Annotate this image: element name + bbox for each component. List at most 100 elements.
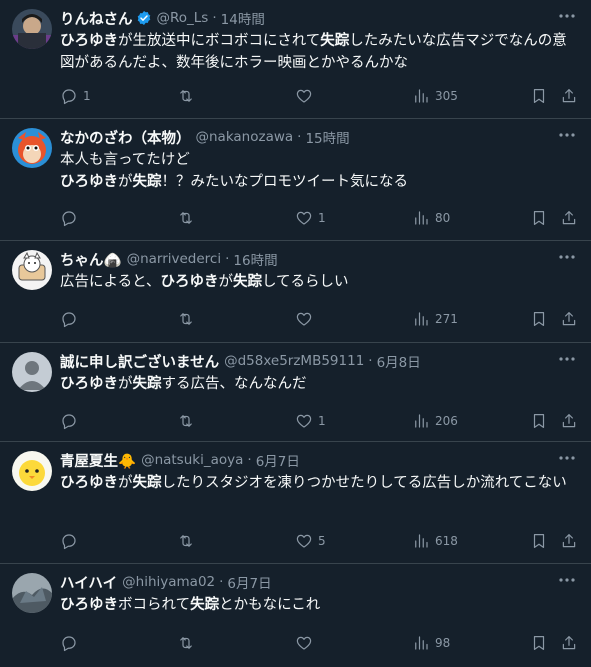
like-icon: [296, 636, 312, 650]
like-button[interactable]: 5: [295, 531, 326, 551]
bookmark-button[interactable]: [530, 208, 548, 228]
like-button[interactable]: 1: [295, 208, 326, 228]
tweet[interactable]: りんねさん @Ro_Ls · 14時間 ひろゆきが生放送中にボコボコにされて失踪…: [0, 0, 591, 119]
avatar[interactable]: [12, 352, 52, 392]
highlighted-keyword: ひろゆき: [60, 33, 118, 49]
display-name[interactable]: 誠に申し訳ございません: [60, 351, 219, 372]
more-icon[interactable]: [557, 448, 577, 468]
more-icon[interactable]: [557, 125, 577, 145]
bookmark-icon: [533, 414, 545, 428]
retweet-icon: [180, 212, 192, 224]
reply-icon: [62, 534, 76, 550]
retweet-button[interactable]: [177, 411, 200, 431]
tweet-timestamp[interactable]: 6月7日: [227, 572, 271, 592]
bookmark-button[interactable]: [530, 309, 548, 329]
views-button[interactable]: 618: [412, 531, 458, 551]
display-name[interactable]: ハイハイ: [60, 572, 117, 593]
like-button[interactable]: [295, 633, 318, 653]
user-handle[interactable]: @natsuki_aoya: [141, 452, 243, 468]
tweet-timestamp[interactable]: 16時間: [233, 249, 277, 269]
display-name[interactable]: 青屋夏生🐥: [60, 450, 136, 471]
retweet-icon: [180, 637, 192, 649]
reply-icon: [62, 312, 76, 328]
highlighted-keyword: 失踪: [132, 475, 162, 491]
tweet-timestamp[interactable]: 14時間: [221, 8, 265, 28]
retweet-icon: [180, 90, 192, 102]
bookmark-icon: [533, 89, 545, 103]
bookmark-button[interactable]: [530, 531, 548, 551]
tweet-actions: 271: [60, 309, 579, 329]
tweet-timestamp[interactable]: 6月8日: [377, 351, 421, 371]
tweet[interactable]: 誠に申し訳ございません @d58xe5rzMB59111 · 6月8日 ひろゆき…: [0, 343, 591, 442]
share-button[interactable]: [560, 411, 578, 431]
more-icon[interactable]: [557, 6, 577, 26]
reply-button[interactable]: 1: [60, 86, 91, 106]
display-name[interactable]: ちゃん🍙: [60, 249, 122, 270]
tweet-text: ひろゆきが失踪する広告、なんなんだ: [60, 373, 575, 395]
views-button[interactable]: 271: [412, 309, 458, 329]
reply-button[interactable]: [60, 531, 83, 551]
reply-count: 1: [83, 89, 91, 103]
user-handle[interactable]: @narrivederci: [127, 251, 222, 267]
highlighted-keyword: ひろゆき: [60, 174, 118, 190]
view-count: 80: [435, 211, 451, 225]
reply-button[interactable]: [60, 208, 83, 228]
avatar[interactable]: [12, 250, 52, 290]
view-count: 618: [435, 534, 458, 548]
share-button[interactable]: [560, 86, 578, 106]
highlighted-keyword: ひろゆき: [60, 376, 118, 392]
views-button[interactable]: 98: [412, 633, 450, 653]
reply-button[interactable]: [60, 309, 83, 329]
reply-icon: [62, 414, 76, 430]
retweet-button[interactable]: [177, 531, 200, 551]
avatar[interactable]: [12, 128, 52, 168]
share-button[interactable]: [560, 309, 578, 329]
user-handle[interactable]: @d58xe5rzMB59111: [224, 353, 364, 369]
tweet-timestamp[interactable]: 15時間: [305, 127, 349, 147]
avatar[interactable]: [12, 451, 52, 491]
avatar[interactable]: [12, 9, 52, 49]
retweet-button[interactable]: [177, 208, 200, 228]
more-icon[interactable]: [557, 349, 577, 369]
tweet[interactable]: ちゃん🍙 @narrivederci · 16時間 広告によると、ひろゆきが失踪…: [0, 241, 591, 343]
tweet[interactable]: なかのざわ（本物） @nakanozawa · 15時間 本人も言ってたけど ひろ…: [0, 119, 591, 241]
like-button[interactable]: [295, 86, 318, 106]
bookmark-button[interactable]: [530, 633, 548, 653]
user-handle[interactable]: @hihiyama02: [122, 574, 215, 590]
views-button[interactable]: 80: [412, 208, 450, 228]
like-button[interactable]: [295, 309, 318, 329]
separator-dot: ·: [225, 251, 230, 267]
user-handle[interactable]: @Ro_Ls: [157, 10, 209, 26]
share-button[interactable]: [560, 208, 578, 228]
highlighted-keyword: 失踪: [132, 174, 162, 190]
highlighted-keyword: 失踪: [132, 376, 162, 392]
highlighted-keyword: 失踪: [190, 597, 220, 613]
retweet-button[interactable]: [177, 86, 200, 106]
reply-button[interactable]: [60, 411, 83, 431]
tweet-text-segment: が: [118, 475, 133, 491]
view-count: 271: [435, 312, 458, 326]
retweet-button[interactable]: [177, 309, 200, 329]
avatar[interactable]: [12, 573, 52, 613]
reply-button[interactable]: [60, 633, 83, 653]
highlighted-keyword: ひろゆき: [160, 274, 219, 290]
display-name[interactable]: なかのざわ（本物）: [60, 127, 191, 148]
retweet-button[interactable]: [177, 633, 200, 653]
share-button[interactable]: [560, 531, 578, 551]
display-name[interactable]: りんねさん: [60, 8, 133, 29]
share-button[interactable]: [560, 633, 578, 653]
tweet[interactable]: ハイハイ @hihiyama02 · 6月7日 ひろゆきボコられて失踪とかもなに…: [0, 564, 591, 667]
bookmark-button[interactable]: [530, 86, 548, 106]
user-handle[interactable]: @nakanozawa: [196, 129, 294, 145]
tweet-text-segment: ボコられて: [118, 597, 191, 613]
tweet[interactable]: 青屋夏生🐥 @natsuki_aoya · 6月7日 ひろゆきが失踪したりスタジ…: [0, 442, 591, 564]
views-button[interactable]: 206: [412, 411, 458, 431]
like-button[interactable]: 1: [295, 411, 326, 431]
more-icon[interactable]: [557, 570, 577, 590]
tweet-timestamp[interactable]: 6月7日: [256, 450, 300, 470]
tweet-text: ひろゆきが生放送中にボコボコにされて失踪したみたいな広告マジでなんの意図があるん…: [60, 30, 575, 74]
bookmark-button[interactable]: [530, 411, 548, 431]
tweet-text: 広告によると、ひろゆきが失踪してるらしい: [60, 271, 575, 293]
views-button[interactable]: 305: [412, 86, 458, 106]
more-icon[interactable]: [557, 247, 577, 267]
